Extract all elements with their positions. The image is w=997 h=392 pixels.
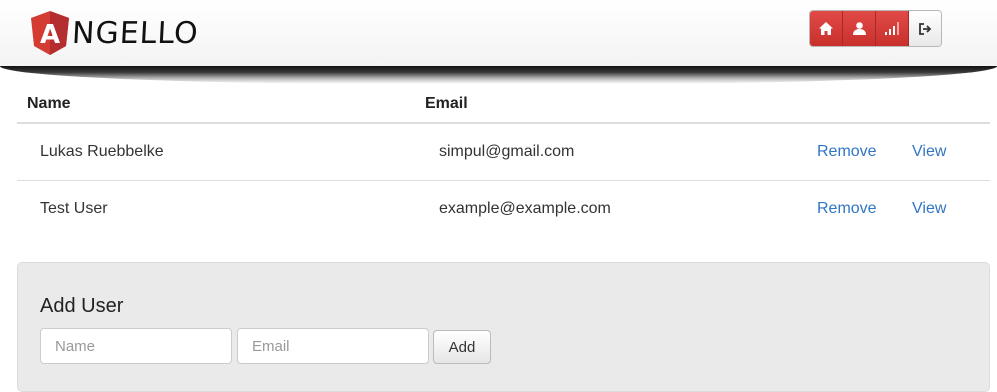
nav-home-button[interactable] xyxy=(810,11,843,46)
logo-text: NGELLO xyxy=(71,15,200,51)
add-user-button[interactable]: Add xyxy=(433,330,491,364)
add-user-panel: Add User Add xyxy=(17,262,990,392)
nav-stats-button[interactable] xyxy=(876,11,909,46)
table-row: Test User example@example.com Remove Vie… xyxy=(17,181,990,238)
logo[interactable]: A NGELLO xyxy=(30,10,200,56)
remove-user-link[interactable]: Remove xyxy=(817,143,877,160)
header-shadow xyxy=(0,66,997,84)
view-user-link[interactable]: View xyxy=(912,200,946,217)
logo-letter: A xyxy=(40,20,60,50)
remove-user-link[interactable]: Remove xyxy=(817,200,877,217)
user-email-cell: example@example.com xyxy=(439,200,611,217)
add-user-title: Add User xyxy=(40,295,124,317)
navbar: A NGELLO xyxy=(0,0,997,68)
table-header-row: Name Email xyxy=(17,86,990,124)
column-header-name: Name xyxy=(17,86,425,124)
user-email-cell: simpul@gmail.com xyxy=(425,123,817,181)
column-header-email: Email xyxy=(425,86,817,124)
sign-out-icon xyxy=(919,22,932,35)
view-user-link[interactable]: View xyxy=(912,143,946,160)
table-row: Lukas Ruebbelke simpul@gmail.com Remove … xyxy=(17,123,990,181)
users-table: Name Email Lukas Ruebbelke simpul@gmail.… xyxy=(17,86,990,237)
home-icon xyxy=(819,22,833,35)
user-name-cell: Lukas Ruebbelke xyxy=(17,123,425,181)
nav-button-group xyxy=(809,10,942,47)
user-icon xyxy=(852,22,866,35)
name-input[interactable] xyxy=(40,328,232,364)
nav-logout-button[interactable] xyxy=(909,11,941,46)
angular-shield-icon: A xyxy=(31,11,69,55)
user-name-cell: Test User xyxy=(40,200,108,217)
signal-icon xyxy=(885,22,899,35)
nav-user-button[interactable] xyxy=(843,11,876,46)
email-input[interactable] xyxy=(237,328,429,364)
